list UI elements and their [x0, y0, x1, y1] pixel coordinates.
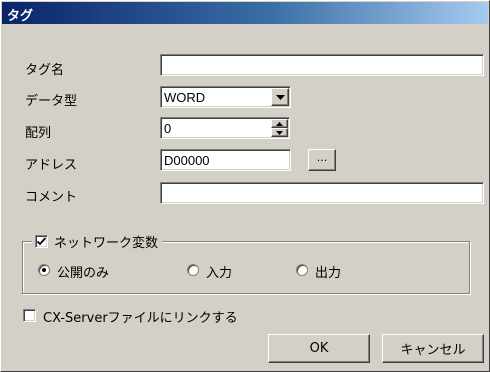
network-variable-label: ネットワーク変数 [54, 235, 159, 251]
title-bar[interactable]: タグ [2, 2, 488, 24]
array-value: 0 [164, 121, 172, 136]
tag-dialog: タグ タグ名 データ型 WORD 配列 0 アドレス D00000 ... コメ… [0, 0, 490, 372]
window-title: タグ [7, 9, 34, 24]
ok-button-label: OK [309, 341, 329, 356]
ok-button[interactable]: OK [268, 334, 370, 363]
cancel-button-label: キャンセル [400, 343, 466, 358]
tag-name-input[interactable] [160, 54, 484, 76]
data-type-dropdown-button[interactable] [271, 88, 289, 106]
radio-output-label[interactable]: 出力 [315, 262, 341, 281]
chevron-down-icon [275, 94, 285, 100]
cancel-button[interactable]: キャンセル [382, 334, 484, 363]
radio-publish-only-label[interactable]: 公開のみ [57, 262, 109, 281]
radio-input-label[interactable]: 入力 [206, 262, 232, 281]
spin-down-icon [276, 130, 283, 135]
cx-server-link-label[interactable]: CX-Serverファイルにリンクする [43, 307, 238, 326]
checkmark-icon [37, 236, 46, 245]
cx-server-link-checkbox[interactable] [23, 309, 36, 322]
radio-output[interactable] [296, 264, 308, 276]
comment-label: コメント [25, 190, 78, 205]
network-variable-checkbox[interactable] [35, 234, 48, 248]
data-type-label: データ型 [25, 94, 78, 109]
spin-up-icon [276, 121, 283, 126]
tag-name-label: タグ名 [25, 63, 65, 78]
network-variable-legend: ネットワーク変数 [32, 232, 163, 251]
array-spin-up-button[interactable] [271, 119, 288, 128]
address-label: アドレス [25, 158, 78, 173]
radio-input[interactable] [187, 264, 199, 276]
radio-publish-only[interactable] [38, 264, 50, 276]
radio-selected-dot [42, 268, 46, 272]
address-browse-button[interactable]: ... [308, 149, 336, 171]
browse-label: ... [316, 150, 328, 164]
array-spin-down-button[interactable] [271, 128, 288, 137]
array-label: 配列 [25, 126, 52, 141]
comment-input[interactable] [160, 182, 484, 204]
address-value: D00000 [164, 153, 210, 168]
address-input[interactable]: D00000 [160, 149, 291, 171]
data-type-value: WORD [164, 90, 206, 105]
